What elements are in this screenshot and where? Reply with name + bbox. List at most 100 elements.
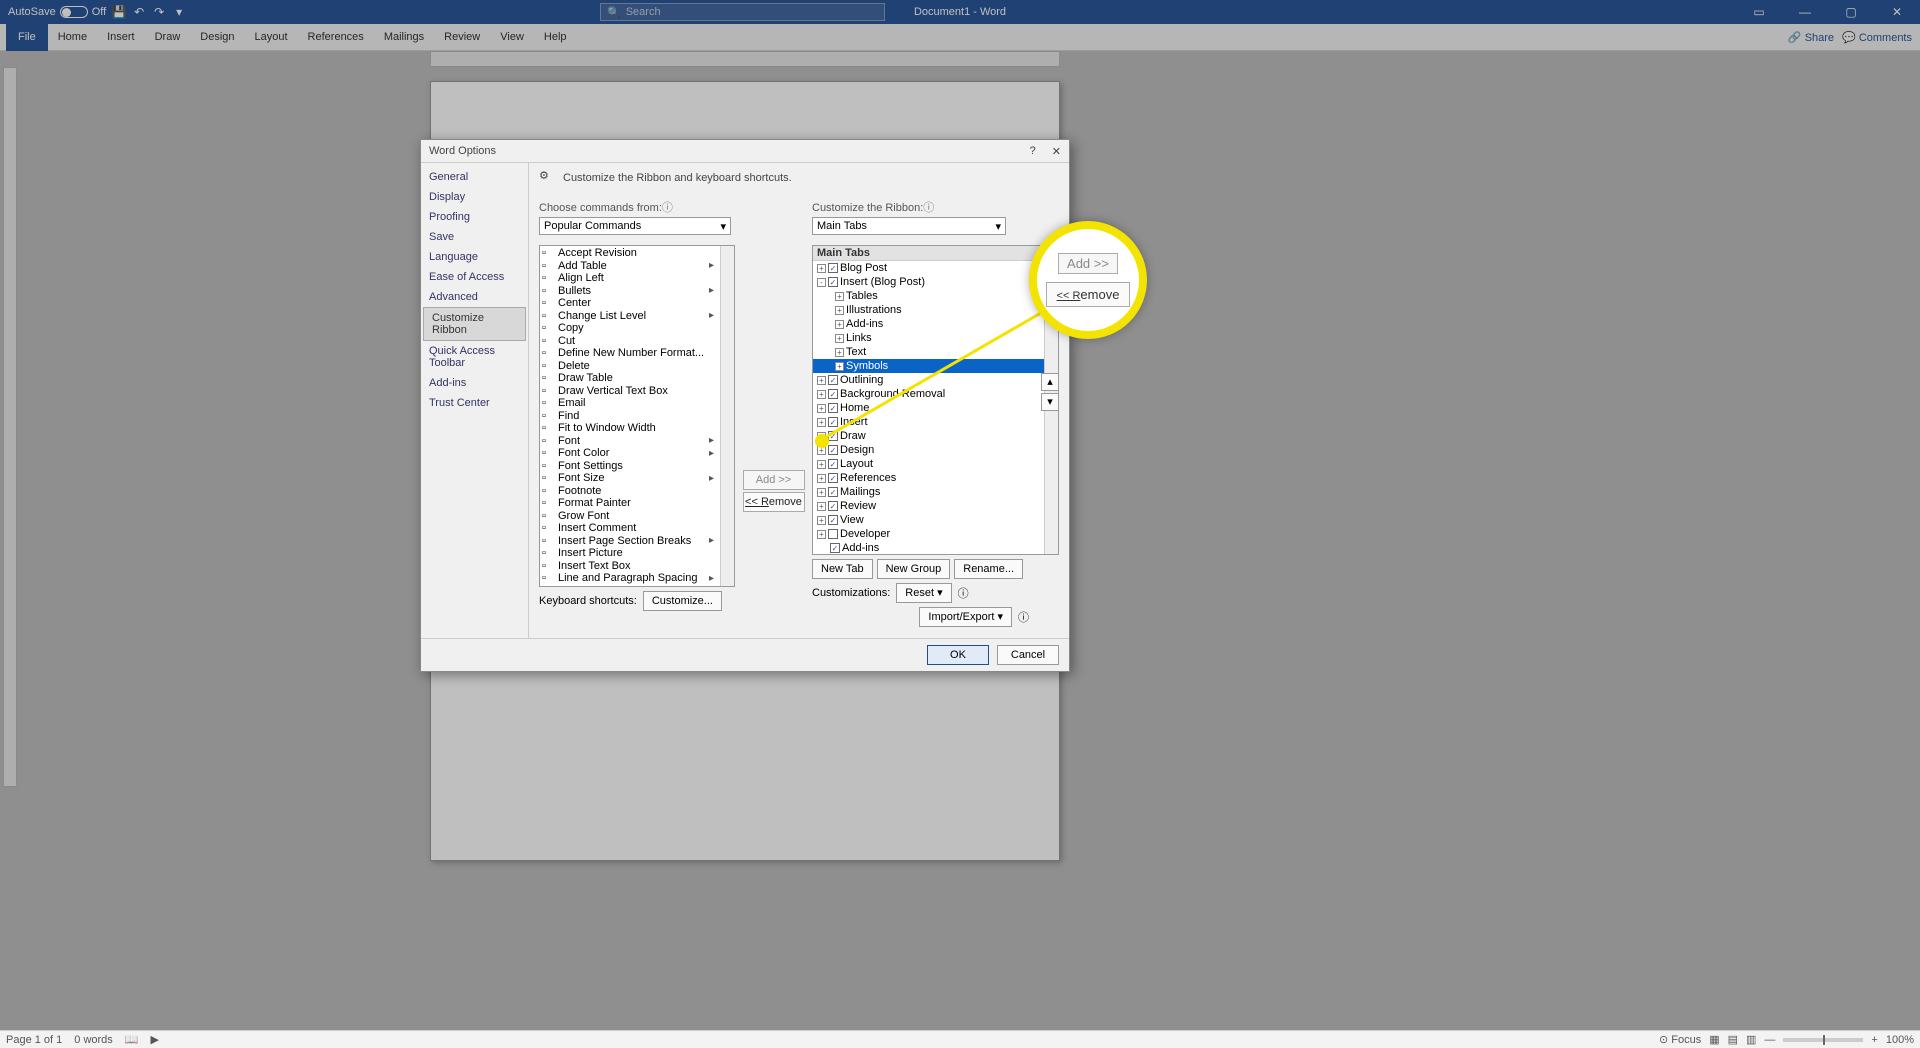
tree-item[interactable]: ✓Add-ins <box>813 541 1058 555</box>
add-button[interactable]: Add >> <box>743 470 805 490</box>
tree-item[interactable]: +✓References <box>813 471 1058 485</box>
view-print-icon[interactable]: ▦ <box>1709 1033 1719 1046</box>
scrollbar[interactable] <box>720 246 734 586</box>
tree-item[interactable]: +Links <box>813 331 1058 345</box>
import-export-dropdown[interactable]: Import/Export ▾ <box>919 607 1012 627</box>
focus-mode[interactable]: ⊙ Focus <box>1659 1033 1701 1046</box>
tree-item[interactable]: +Illustrations <box>813 303 1058 317</box>
checkbox[interactable]: ✓ <box>828 473 838 483</box>
new-group-button[interactable]: New Group <box>877 559 951 579</box>
tree-item[interactable]: +✓View <box>813 513 1058 527</box>
sidebar-item-display[interactable]: Display <box>421 187 528 207</box>
tree-item[interactable]: +Developer <box>813 527 1058 541</box>
expand-icon[interactable]: + <box>835 320 844 329</box>
expand-icon[interactable]: + <box>835 292 844 301</box>
ribbon-tree[interactable]: Main Tabs +✓Blog Post-✓Insert (Blog Post… <box>812 245 1059 555</box>
tree-item[interactable]: +Text <box>813 345 1058 359</box>
info-icon[interactable]: ⓘ <box>958 585 969 601</box>
sidebar-item-add-ins[interactable]: Add-ins <box>421 373 528 393</box>
customize-ribbon-dropdown[interactable]: Main Tabs ▾ <box>812 217 1006 235</box>
zoom-slider[interactable] <box>1783 1038 1863 1042</box>
expand-icon[interactable]: + <box>817 474 826 483</box>
expand-icon[interactable]: + <box>817 264 826 273</box>
sidebar-item-language[interactable]: Language <box>421 247 528 267</box>
close-icon[interactable]: ✕ <box>1052 145 1061 158</box>
cancel-button[interactable]: Cancel <box>997 645 1059 665</box>
expand-icon[interactable]: + <box>817 418 826 427</box>
command-item[interactable]: ▫Define New Number Format... <box>540 347 734 360</box>
tree-item[interactable]: +Tables <box>813 289 1058 303</box>
new-tab-button[interactable]: New Tab <box>812 559 873 579</box>
sidebar-item-general[interactable]: General <box>421 167 528 187</box>
command-item[interactable]: ▫Add Table▸ <box>540 260 734 273</box>
command-item[interactable]: ▫Change List Level▸ <box>540 310 734 323</box>
sidebar-item-ease-of-access[interactable]: Ease of Access <box>421 267 528 287</box>
command-item[interactable]: ▫Insert Comment <box>540 522 734 535</box>
checkbox[interactable]: ✓ <box>828 515 838 525</box>
command-item[interactable]: ▫Draw Table <box>540 372 734 385</box>
info-icon[interactable]: ⓘ <box>1018 609 1029 625</box>
checkbox[interactable]: ✓ <box>828 277 838 287</box>
checkbox[interactable]: ✓ <box>828 263 838 273</box>
tree-item[interactable]: +✓Home <box>813 401 1058 415</box>
customize-keyboard-button[interactable]: Customize... <box>643 591 722 611</box>
command-item[interactable]: ▫Insert Text Box <box>540 560 734 573</box>
spellcheck-icon[interactable]: 📖 <box>125 1033 139 1046</box>
sidebar-item-trust-center[interactable]: Trust Center <box>421 393 528 413</box>
command-item[interactable]: ▫Insert Picture <box>540 547 734 560</box>
tree-item[interactable]: +✓Layout <box>813 457 1058 471</box>
sidebar-item-quick-access-toolbar[interactable]: Quick Access Toolbar <box>421 341 528 373</box>
expand-icon[interactable]: + <box>817 460 826 469</box>
move-down-button[interactable]: ▾ <box>1041 393 1059 411</box>
tree-item[interactable]: -✓Insert (Blog Post) <box>813 275 1058 289</box>
sidebar-item-advanced[interactable]: Advanced <box>421 287 528 307</box>
checkbox[interactable]: ✓ <box>828 389 838 399</box>
expand-icon[interactable]: + <box>835 362 844 371</box>
command-item[interactable]: ▫Font Settings <box>540 460 734 473</box>
command-item[interactable]: ▫Delete <box>540 360 734 373</box>
checkbox[interactable]: ✓ <box>828 375 838 385</box>
sidebar-item-save[interactable]: Save <box>421 227 528 247</box>
tree-item[interactable]: +✓Design <box>813 443 1058 457</box>
tree-item[interactable]: +✓Draw <box>813 429 1058 443</box>
zoom-level[interactable]: 100% <box>1886 1034 1914 1046</box>
command-item[interactable]: ▫Font Size▸ <box>540 472 734 485</box>
command-item[interactable]: ▫Email <box>540 397 734 410</box>
tree-item[interactable]: +✓Mailings <box>813 485 1058 499</box>
info-icon[interactable]: ⓘ <box>662 202 673 214</box>
tree-item[interactable]: +✓Background Removal <box>813 387 1058 401</box>
rename-button[interactable]: Rename... <box>954 559 1023 579</box>
command-item[interactable]: ▫Center <box>540 297 734 310</box>
view-read-icon[interactable]: ▤ <box>1728 1033 1738 1046</box>
checkbox[interactable]: ✓ <box>828 487 838 497</box>
expand-icon[interactable]: + <box>817 376 826 385</box>
command-item[interactable]: ▫Insert Page Section Breaks▸ <box>540 535 734 548</box>
expand-icon[interactable]: + <box>835 306 844 315</box>
macro-icon[interactable]: ▶ <box>151 1033 159 1046</box>
expand-icon[interactable]: + <box>817 390 826 399</box>
expand-icon[interactable]: + <box>835 348 844 357</box>
command-item[interactable]: ▫Line and Paragraph Spacing▸ <box>540 572 734 585</box>
checkbox[interactable]: ✓ <box>828 417 838 427</box>
command-item[interactable]: ▫Font Color▸ <box>540 447 734 460</box>
command-item[interactable]: ▫Grow Font <box>540 510 734 523</box>
command-item[interactable]: ▫Find <box>540 410 734 423</box>
expand-icon[interactable]: + <box>817 502 826 511</box>
command-item[interactable]: ▫Link <box>540 585 734 588</box>
command-item[interactable]: ▫Cut <box>540 335 734 348</box>
checkbox[interactable]: ✓ <box>828 445 838 455</box>
info-icon[interactable]: ⓘ <box>923 202 934 214</box>
commands-listbox[interactable]: ▫Accept Revision▫Add Table▸▫Align Left▫B… <box>539 245 735 587</box>
checkbox[interactable]: ✓ <box>830 543 840 553</box>
tree-item[interactable]: +✓Blog Post <box>813 261 1058 275</box>
expand-icon[interactable]: + <box>817 530 826 539</box>
expand-icon[interactable]: + <box>817 516 826 525</box>
checkbox[interactable]: ✓ <box>828 403 838 413</box>
ok-button[interactable]: OK <box>927 645 989 665</box>
command-item[interactable]: ▫Footnote <box>540 485 734 498</box>
command-item[interactable]: ▫Bullets▸ <box>540 285 734 298</box>
command-item[interactable]: ▫Align Left <box>540 272 734 285</box>
expand-icon[interactable]: + <box>817 488 826 497</box>
move-up-button[interactable]: ▴ <box>1041 373 1059 391</box>
word-count[interactable]: 0 words <box>74 1034 113 1046</box>
